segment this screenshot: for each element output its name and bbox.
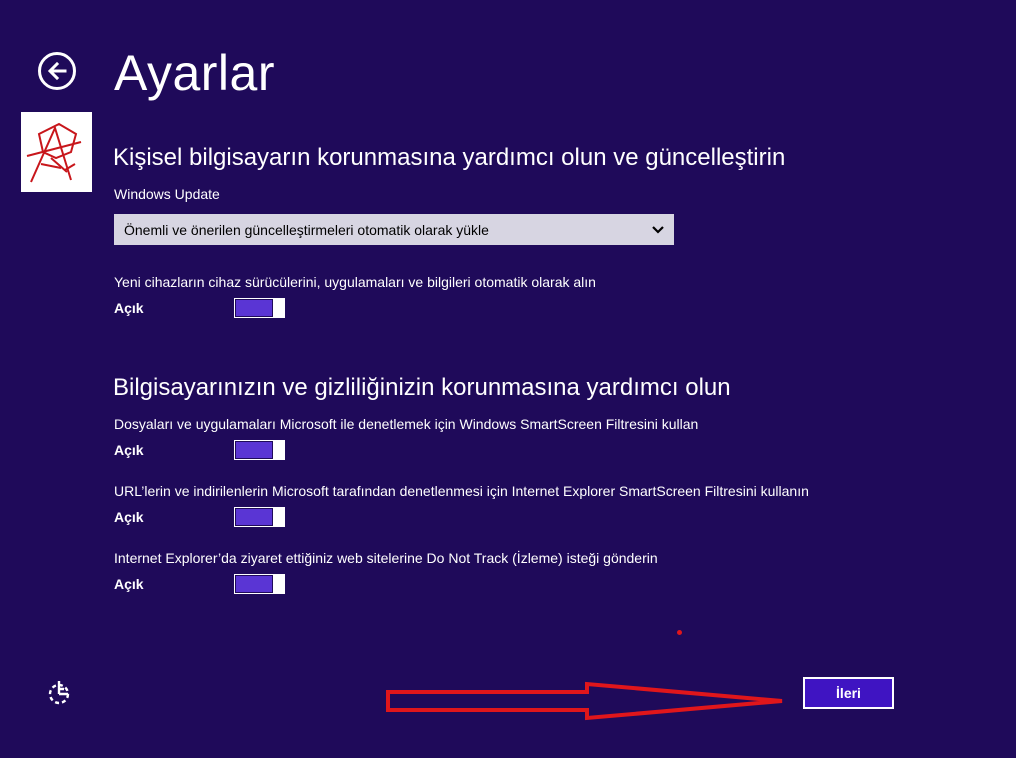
next-button[interactable]: İleri bbox=[803, 677, 894, 709]
windows-update-label: Windows Update bbox=[114, 186, 220, 202]
drivers-label: Yeni cihazların cihaz sürücülerini, uygu… bbox=[114, 274, 596, 290]
back-button[interactable] bbox=[38, 52, 76, 90]
toggle-track bbox=[235, 441, 273, 459]
section-title-update: Kişisel bilgisayarın korunmasına yardımc… bbox=[113, 144, 786, 171]
smartscreen-state: Açık bbox=[114, 442, 144, 458]
toggle-thumb bbox=[274, 440, 285, 460]
drivers-toggle[interactable] bbox=[234, 298, 285, 318]
ease-of-access-icon bbox=[48, 681, 70, 705]
ie-smartscreen-label: URL’lerin ve indirilenlerin Microsoft ta… bbox=[114, 483, 809, 499]
red-arrow-annotation bbox=[386, 681, 783, 721]
page-title: Ayarlar bbox=[114, 45, 275, 101]
smartscreen-toggle[interactable] bbox=[234, 440, 285, 460]
toggle-track bbox=[235, 575, 273, 593]
toggle-track bbox=[235, 508, 273, 526]
dnt-toggle[interactable] bbox=[234, 574, 285, 594]
windows-update-value: Önemli ve önerilen güncelleştirmeleri ot… bbox=[124, 221, 489, 238]
toggle-track bbox=[235, 299, 273, 317]
annotation-dot bbox=[677, 630, 682, 635]
chevron-down-icon bbox=[652, 225, 664, 234]
toggle-thumb bbox=[274, 507, 285, 527]
toggle-thumb bbox=[274, 298, 285, 318]
windows-update-select[interactable]: Önemli ve önerilen güncelleştirmeleri ot… bbox=[114, 214, 674, 245]
ie-smartscreen-state: Açık bbox=[114, 509, 144, 525]
dnt-label: Internet Explorer’da ziyaret ettiğiniz w… bbox=[114, 550, 658, 566]
smartscreen-label: Dosyaları ve uygulamaları Microsoft ile … bbox=[114, 416, 699, 432]
toggle-thumb bbox=[274, 574, 285, 594]
back-arrow-icon bbox=[47, 61, 67, 81]
ie-smartscreen-toggle[interactable] bbox=[234, 507, 285, 527]
user-logo bbox=[21, 112, 92, 192]
drivers-state: Açık bbox=[114, 300, 144, 316]
section-title-privacy: Bilgisayarınızın ve gizliliğinizin korun… bbox=[113, 374, 731, 401]
dnt-state: Açık bbox=[114, 576, 144, 592]
ease-of-access-button[interactable] bbox=[46, 680, 72, 706]
